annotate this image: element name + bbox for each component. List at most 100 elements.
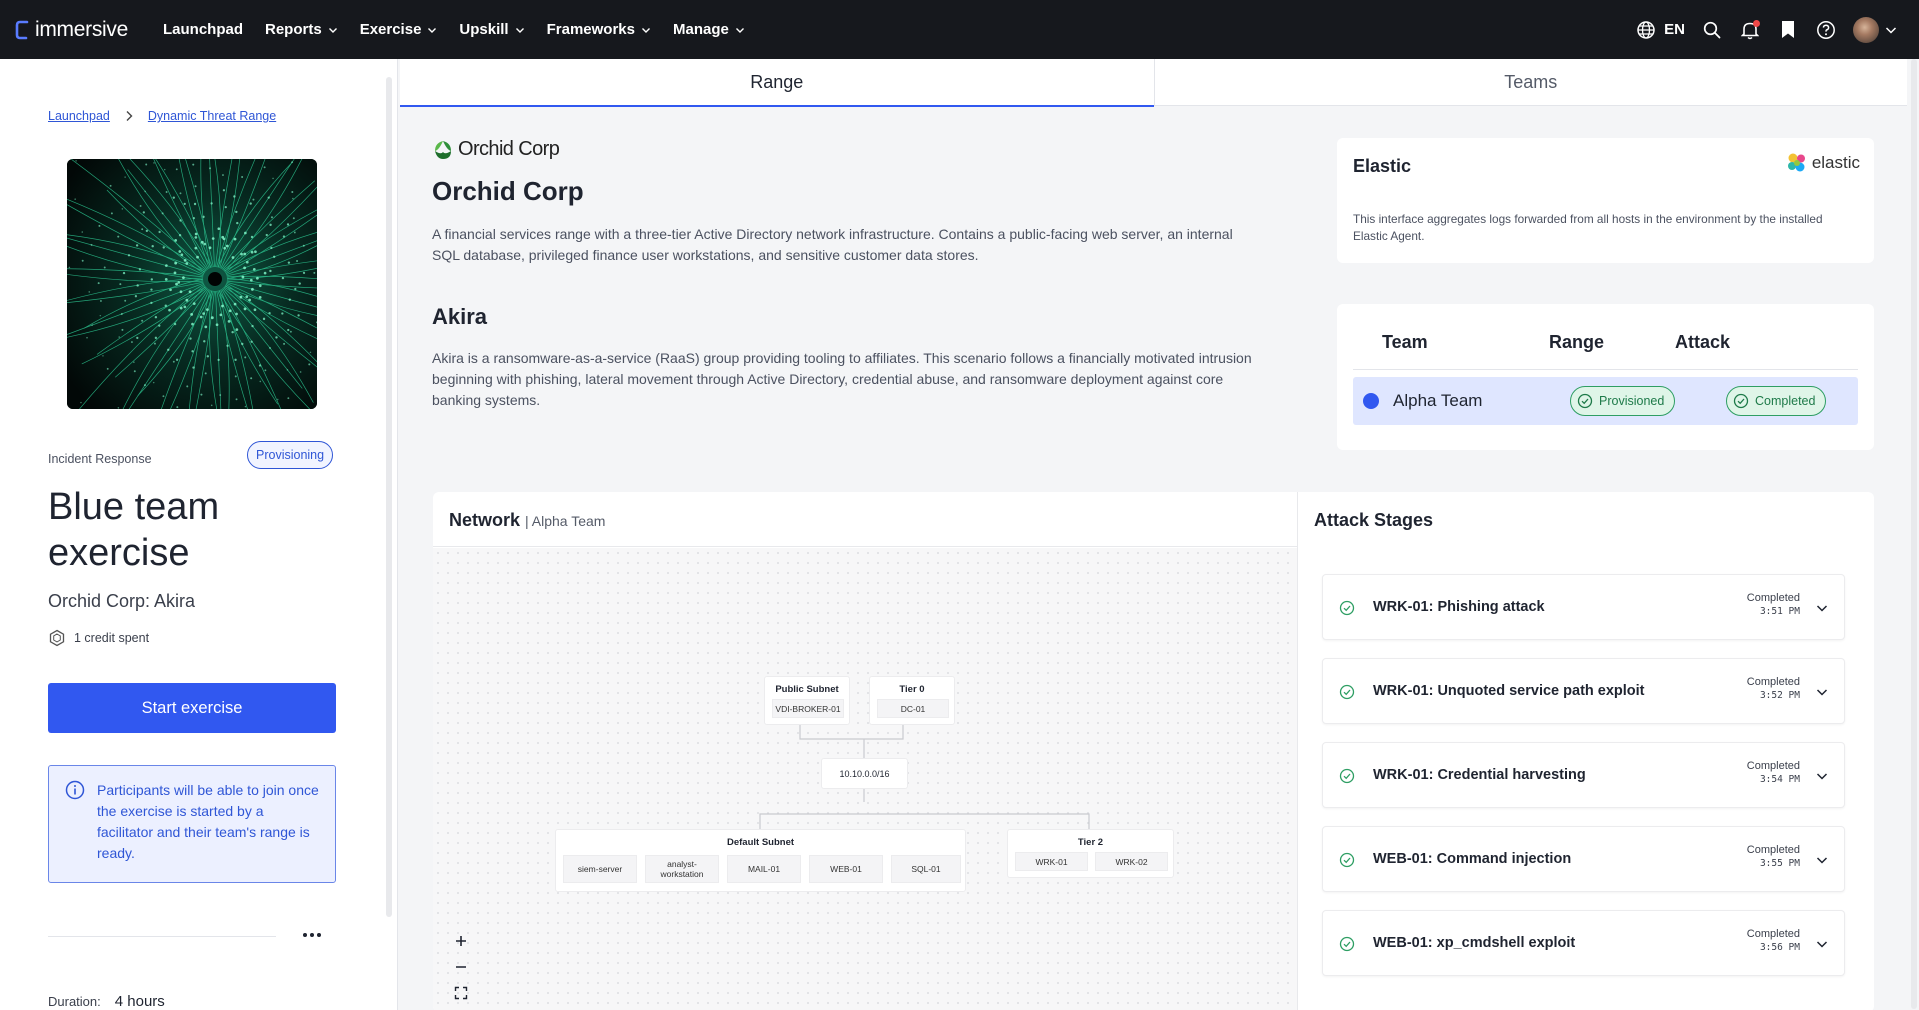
attack-stages-title: Attack Stages xyxy=(1314,510,1434,530)
attack-stage-status: Completed 3:52 PM xyxy=(1747,676,1800,702)
bookmarks-button[interactable] xyxy=(1777,19,1799,41)
chevron-down-icon xyxy=(515,27,524,33)
breadcrumb-launchpad[interactable]: Launchpad xyxy=(48,109,110,123)
host-node[interactable]: DC-01 xyxy=(877,699,949,718)
attack-stage-status: Completed 3:55 PM xyxy=(1747,844,1800,870)
more-options-button[interactable] xyxy=(298,925,326,945)
attack-stage-status: Completed 3:56 PM xyxy=(1747,928,1800,954)
attack-stage-time: 3:51 PM xyxy=(1759,606,1800,617)
network-title: Network | Alpha Team xyxy=(449,510,605,531)
attack-stage-status-text: Completed xyxy=(1746,844,1800,856)
chevron-down-icon[interactable] xyxy=(1816,603,1828,613)
hero-artwork xyxy=(67,159,317,409)
attack-stage-item[interactable]: WRK-01: Unquoted service path exploit Com… xyxy=(1322,658,1845,724)
elastic-logo: elastic xyxy=(1786,152,1860,174)
sidebar-scrollbar[interactable] xyxy=(386,77,392,917)
chevron-down-icon xyxy=(428,27,437,33)
attack-stage-item[interactable]: WEB-01: xp_cmdshell exploit Completed 3:56… xyxy=(1322,910,1845,976)
host-node[interactable]: analyst-workstation xyxy=(645,855,719,883)
host-node[interactable]: MAIL-01 xyxy=(727,855,801,883)
main-scrollbar[interactable] xyxy=(1911,59,1917,1009)
start-exercise-button[interactable]: Start exercise xyxy=(48,683,336,733)
attack-stage-item[interactable]: WRK-01: Credential harvesting Completed 3:… xyxy=(1322,742,1845,808)
fullscreen-icon xyxy=(454,986,468,1000)
network-header: Network | Alpha Team xyxy=(433,492,1297,547)
attack-stage-item[interactable]: WRK-01: Phishing attack Completed 3:51 PM xyxy=(1322,574,1845,640)
nav-frameworks[interactable]: Frameworks xyxy=(536,21,662,38)
organization-description: A financial services range with a three-… xyxy=(432,226,1233,263)
attack-status-text: Completed xyxy=(1755,394,1816,408)
elastic-card[interactable]: Elastic elastic This interface aggregate… xyxy=(1337,138,1874,263)
tab-teams[interactable]: Teams xyxy=(1153,59,1908,106)
check-circle-icon xyxy=(1577,393,1593,409)
duration-value: 4 hours xyxy=(114,993,165,1010)
nav-exercise-label: Exercise xyxy=(359,21,422,38)
subnet-public[interactable]: Public Subnet VDI-BROKER-01 xyxy=(764,676,850,725)
host-node[interactable]: VDI-BROKER-01 xyxy=(772,699,844,718)
organization-name: Orchid Corp xyxy=(432,176,584,206)
brand-logo[interactable]: immersive xyxy=(14,18,128,42)
divider xyxy=(1297,492,1298,1010)
tab-bar: Range Teams xyxy=(400,59,1908,107)
notifications-button[interactable] xyxy=(1739,19,1761,41)
nav-reports[interactable]: Reports xyxy=(254,21,349,38)
host-node[interactable]: SQL-01 xyxy=(891,855,961,883)
nav-manage[interactable]: Manage xyxy=(662,21,756,38)
host-node[interactable]: WRK-02 xyxy=(1095,852,1168,871)
exercise-category: Incident Response xyxy=(48,452,152,466)
exercise-subtitle: Orchid Corp: Akira xyxy=(48,591,196,611)
divider xyxy=(1353,369,1858,370)
host-node[interactable]: siem-server xyxy=(563,855,637,883)
main-menu: Launchpad Reports Exercise Upskill Frame… xyxy=(152,21,756,38)
zoom-out-button[interactable] xyxy=(447,954,475,980)
subnet-tier0[interactable]: Tier 0 DC-01 xyxy=(869,676,955,725)
chevron-right-icon xyxy=(126,111,133,121)
zoom-in-button[interactable] xyxy=(447,928,475,954)
plus-icon xyxy=(456,936,466,946)
nav-exercise[interactable]: Exercise xyxy=(349,21,449,38)
team-name: Alpha Team xyxy=(1393,391,1483,410)
network-cidr-node[interactable]: 10.10.0.0/16 xyxy=(821,758,908,789)
tab-range[interactable]: Range xyxy=(400,59,1154,107)
nav-upskill[interactable]: Upskill xyxy=(448,21,535,38)
subnet-label: Public Subnet xyxy=(775,684,839,695)
subnet-label: Tier 2 xyxy=(1077,837,1104,848)
globe-icon xyxy=(1637,20,1655,39)
search-button[interactable] xyxy=(1701,19,1723,41)
attack-stage-item[interactable]: WEB-01: Command injection Completed 3:55 P… xyxy=(1322,826,1845,892)
zoom-controls xyxy=(447,928,475,1006)
attack-stage-status-text: Completed xyxy=(1746,676,1800,688)
language-selector[interactable]: EN xyxy=(1636,20,1685,40)
attack-stage-name: WRK-01: Unquoted service path exploit xyxy=(1373,683,1645,699)
orchid-logo-icon xyxy=(435,140,451,159)
host-node[interactable]: WEB-01 xyxy=(809,855,883,883)
chevron-down-icon[interactable] xyxy=(1816,939,1828,949)
help-button[interactable] xyxy=(1815,19,1837,41)
search-icon xyxy=(1703,21,1721,38)
check-circle-icon xyxy=(1339,684,1355,700)
chevron-down-icon[interactable] xyxy=(1816,855,1828,865)
main-content: Range Teams Orchid Corp Orchid Corp A fi… xyxy=(400,59,1917,1010)
subnet-tier2[interactable]: Tier 2 WRK-01 WRK-02 xyxy=(1007,829,1174,878)
page-title: Blue team exercise xyxy=(48,486,220,574)
brand-mark-icon xyxy=(15,20,29,39)
chevron-down-icon xyxy=(641,27,650,33)
check-circle-icon xyxy=(1733,393,1749,409)
elastic-title: Elastic xyxy=(1353,156,1412,176)
chevron-down-icon xyxy=(1885,26,1897,34)
chevron-down-icon xyxy=(735,27,744,33)
host-node[interactable]: WRK-01 xyxy=(1015,852,1088,871)
breadcrumb-dynamic-threat-range[interactable]: Dynamic Threat Range xyxy=(148,109,276,123)
network-diagram[interactable]: Public Subnet VDI-BROKER-01 Tier 0 DC-01… xyxy=(433,548,1297,1010)
user-menu[interactable] xyxy=(1853,16,1897,43)
subnet-default[interactable]: Default Subnet siem-server analyst-works… xyxy=(555,829,966,892)
chevron-down-icon[interactable] xyxy=(1816,687,1828,697)
attack-stage-status: Completed 3:51 PM xyxy=(1747,592,1800,618)
chevron-down-icon[interactable] xyxy=(1816,771,1828,781)
organization-logo: Orchid Corp xyxy=(432,138,560,161)
attack-stage-name: WRK-01: Phishing attack xyxy=(1373,599,1545,615)
fit-view-button[interactable] xyxy=(447,980,475,1006)
elastic-logo-text: elastic xyxy=(1811,153,1860,172)
nav-launchpad[interactable]: Launchpad xyxy=(152,21,254,38)
table-row[interactable]: Alpha Team Provisioned Completed xyxy=(1353,377,1858,425)
